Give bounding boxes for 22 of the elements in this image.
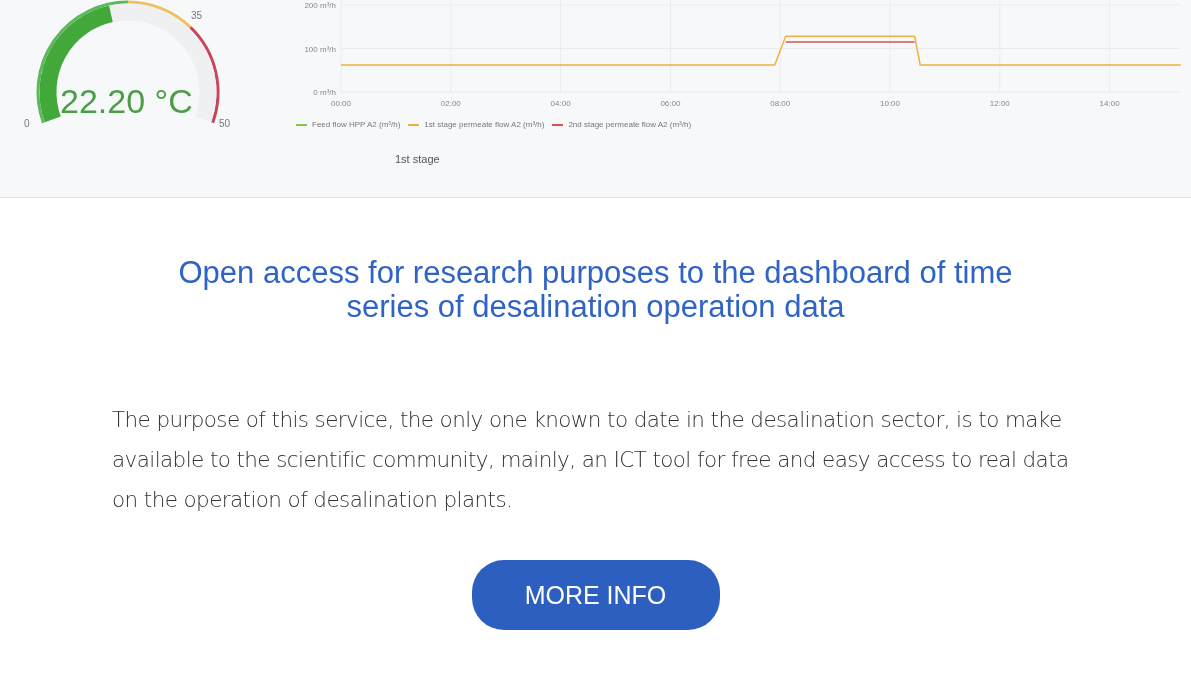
- legend-label: 2nd stage permeate flow A2 (m³/h): [568, 120, 692, 129]
- axis-tick-label: 02:00: [440, 99, 461, 108]
- gauge-label: 35: [191, 10, 203, 21]
- axis-tick-label: 00:00: [331, 99, 351, 108]
- legend-label: Feed flow HPP A2 (m³/h): [312, 120, 401, 129]
- gauge-value: 22.20 °C: [60, 82, 193, 121]
- gauge-label: 50: [219, 118, 231, 129]
- axis-tick-label: 200 m³/h: [304, 1, 336, 10]
- more-info-button[interactable]: MORE INFO: [471, 560, 720, 630]
- axis-tick-label: 06:00: [660, 99, 681, 108]
- axis-tick-label: 14:00: [1099, 99, 1120, 108]
- axis-tick-label: 08:00: [770, 99, 791, 108]
- gauge-label: 0: [24, 118, 30, 129]
- axis-tick-label: 12:00: [989, 99, 1010, 108]
- panel-title: 1st stage: [395, 153, 441, 165]
- axis-tick-label: 04:00: [550, 99, 571, 108]
- description-paragraph: The purpose of this service, the only one known to date in the desalination sector, is to make available to the scientific community, mainly, an ICT tool for free and easy access to real data on the operation of desalination plants.: [112, 406, 1070, 514]
- legend-label: 1st stage permeate flow A2 (m³/h): [424, 120, 545, 129]
- axis-tick-label: 100 m³/h: [304, 44, 336, 54]
- axis-tick-label: 0 m³/h: [313, 88, 336, 97]
- section-title: Open access for research purposes to the dashboard of time series of desalination operation data: [177, 256, 1014, 324]
- axis-tick-label: 10:00: [880, 99, 901, 108]
